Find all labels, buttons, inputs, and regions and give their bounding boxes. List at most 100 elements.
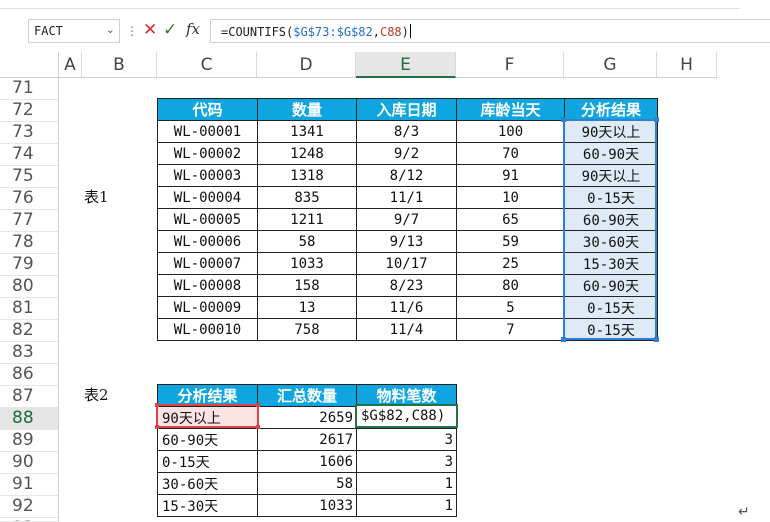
cell[interactable]: 8/3 [356, 120, 457, 143]
cell[interactable]: 80 [456, 274, 565, 297]
cell[interactable]: 60-90天 [157, 428, 258, 451]
column-header-f[interactable]: F [456, 52, 564, 78]
cell[interactable]: 15-30天 [564, 252, 658, 275]
cell[interactable]: WL-00001 [157, 120, 258, 143]
cell[interactable]: 1 [356, 472, 457, 495]
cell[interactable]: 10 [456, 186, 565, 209]
row-header[interactable]: 75 [0, 166, 58, 188]
cell[interactable]: WL-00010 [157, 318, 258, 341]
cell[interactable]: 90天以上 [564, 120, 658, 143]
row-header-active[interactable]: 88 [0, 408, 58, 430]
cell[interactable]: 8/12 [356, 164, 457, 187]
table1-label[interactable]: 表1 [84, 186, 109, 207]
cell[interactable]: WL-00009 [157, 296, 258, 319]
cancel-icon[interactable]: ✕ [143, 20, 157, 40]
row-header[interactable]: 90 [0, 452, 58, 474]
row-header[interactable]: 71 [0, 78, 58, 100]
cell[interactable]: 11/6 [356, 296, 457, 319]
confirm-check-icon[interactable]: ✓ [163, 20, 177, 40]
row-header[interactable]: 73 [0, 122, 58, 144]
cell[interactable]: 3 [356, 450, 457, 473]
cell[interactable]: 8/23 [356, 274, 457, 297]
cell[interactable]: 58 [257, 230, 357, 253]
cell[interactable]: 2659 [257, 406, 357, 429]
cell[interactable]: 0-15天 [564, 186, 658, 209]
cell[interactable]: 65 [456, 208, 565, 231]
cell[interactable]: 5 [456, 296, 565, 319]
cell[interactable]: 15-30天 [157, 494, 258, 517]
header-cell[interactable]: 分析结果 [564, 98, 658, 121]
row-header[interactable]: 87 [0, 386, 58, 408]
cell[interactable]: WL-00006 [157, 230, 258, 253]
row-header[interactable]: 76 [0, 188, 58, 210]
select-all-corner[interactable] [0, 52, 59, 78]
cell[interactable]: WL-00005 [157, 208, 258, 231]
cell[interactable]: 1033 [257, 252, 357, 275]
cell[interactable]: WL-00008 [157, 274, 258, 297]
cell[interactable]: 1248 [257, 142, 357, 165]
cell[interactable]: 91 [456, 164, 565, 187]
cell[interactable]: 30-60天 [564, 230, 658, 253]
cell[interactable]: WL-00007 [157, 252, 258, 275]
cell[interactable]: 9/2 [356, 142, 457, 165]
cell[interactable]: 60-90天 [564, 274, 658, 297]
cell[interactable]: WL-00004 [157, 186, 258, 209]
column-header-b[interactable]: B [82, 52, 157, 78]
row-header[interactable]: 86 [0, 364, 58, 386]
cell[interactable]: 0-15天 [157, 450, 258, 473]
name-box[interactable]: FACT ⌄ [28, 19, 120, 43]
more-options-icon[interactable]: ⋮ [126, 24, 138, 38]
row-header[interactable]: 81 [0, 298, 58, 320]
header-cell[interactable]: 代码 [157, 98, 258, 121]
cell[interactable]: 0-15天 [564, 296, 658, 319]
cell[interactable]: 9/7 [356, 208, 457, 231]
formula-input[interactable]: =COUNTIFS($G$73:$G$82,C88) [210, 19, 770, 43]
column-header-g[interactable]: G [564, 52, 657, 78]
cell[interactable]: 13 [257, 296, 357, 319]
cell[interactable]: 1 [356, 494, 457, 517]
cell[interactable]: 60-90天 [564, 208, 658, 231]
cell[interactable]: 10/17 [356, 252, 457, 275]
cell[interactable]: 3 [356, 428, 457, 451]
row-header[interactable]: 92 [0, 496, 58, 518]
cell[interactable]: 30-60天 [157, 472, 258, 495]
header-cell[interactable]: 数量 [257, 98, 357, 121]
cell[interactable]: 58 [257, 472, 357, 495]
cell[interactable]: 11/4 [356, 318, 457, 341]
header-cell[interactable]: 分析结果 [157, 384, 258, 407]
column-header-e[interactable]: E [356, 52, 456, 78]
insert-function-icon[interactable]: fx [186, 20, 200, 38]
header-cell[interactable]: 汇总数量 [257, 384, 357, 407]
cell[interactable]: 9/13 [356, 230, 457, 253]
row-header[interactable]: 77 [0, 210, 58, 232]
row-header[interactable]: 93 [0, 518, 58, 522]
row-header[interactable]: 74 [0, 144, 58, 166]
cell[interactable]: 11/1 [356, 186, 457, 209]
cell[interactable]: 1606 [257, 450, 357, 473]
cell[interactable]: 1033 [257, 494, 357, 517]
cell[interactable]: 100 [456, 120, 565, 143]
header-cell[interactable]: 入库日期 [356, 98, 457, 121]
active-cell-e88[interactable]: $G$82,C88) [355, 404, 458, 428]
cell[interactable]: 2617 [257, 428, 357, 451]
cell[interactable]: 1318 [257, 164, 357, 187]
header-cell[interactable]: 库龄当天 [456, 98, 565, 121]
row-header[interactable]: 89 [0, 430, 58, 452]
chevron-down-icon[interactable]: ⌄ [106, 23, 115, 36]
cell[interactable]: 835 [257, 186, 357, 209]
cell[interactable]: 758 [257, 318, 357, 341]
row-header[interactable]: 82 [0, 320, 58, 342]
row-header[interactable]: 80 [0, 276, 58, 298]
cell[interactable]: 90天以上 [157, 406, 258, 429]
cell[interactable]: WL-00002 [157, 142, 258, 165]
cell[interactable]: 59 [456, 230, 565, 253]
row-header[interactable]: 78 [0, 232, 58, 254]
cell[interactable]: 90天以上 [564, 164, 658, 187]
column-header-a[interactable]: A [59, 52, 82, 78]
cell[interactable]: 1341 [257, 120, 357, 143]
cell[interactable]: 25 [456, 252, 565, 275]
cell[interactable]: 70 [456, 142, 565, 165]
row-header[interactable]: 91 [0, 474, 58, 496]
row-header[interactable]: 83 [0, 342, 58, 364]
column-header-d[interactable]: D [257, 52, 356, 78]
